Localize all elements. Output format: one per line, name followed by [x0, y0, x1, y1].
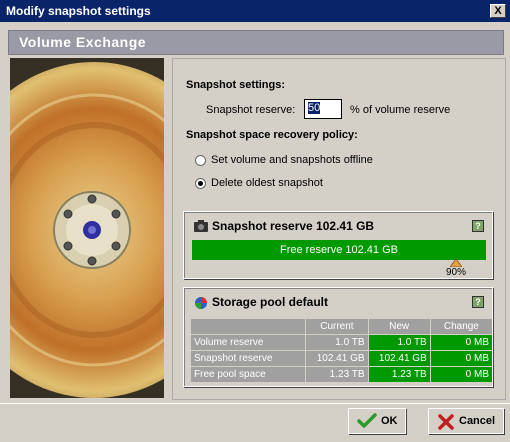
cell-new: 1.23 TB: [368, 367, 430, 382]
ok-label: OK: [381, 415, 398, 427]
table-header-change: Change: [430, 319, 492, 334]
table-header-current: Current: [306, 319, 368, 334]
storage-pool-box: Storage pool default ? Current New Chang…: [183, 287, 493, 387]
table-row: Free pool space 1.23 TB 1.23 TB 0 MB: [191, 367, 492, 382]
threshold-label: 90%: [446, 267, 467, 278]
snapshot-reserve-label: Snapshot reserve:: [206, 104, 296, 116]
cancel-label: Cancel: [459, 415, 496, 427]
disk-platter-image: [10, 58, 164, 398]
row-label: Snapshot reserve: [191, 351, 306, 366]
help-icon[interactable]: ?: [472, 220, 484, 232]
close-button[interactable]: X: [490, 4, 506, 18]
title-bar: Modify snapshot settings X: [0, 0, 510, 22]
snapshot-settings-heading: Snapshot settings:: [186, 79, 286, 91]
storage-pool-table: Current New Change Volume reserve 1.0 TB…: [190, 318, 493, 383]
checkmark-icon: [357, 413, 377, 428]
table-header-new: New: [368, 319, 430, 334]
volume-header: Volume Exchange: [8, 30, 504, 55]
offline-option-label[interactable]: Set volume and snapshots offline: [211, 154, 373, 166]
delete-oldest-option-label[interactable]: Delete oldest snapshot: [211, 177, 323, 189]
cell-current: 102.41 GB: [306, 351, 368, 366]
table-row: Snapshot reserve 102.41 GB 102.41 GB 0 M…: [191, 351, 492, 366]
snapshot-reserve-value: 50: [308, 102, 321, 114]
cell-new: 1.0 TB: [368, 335, 430, 350]
delete-oldest-radio[interactable]: [195, 178, 206, 189]
table-row: Volume reserve 1.0 TB 1.0 TB 0 MB: [191, 335, 492, 350]
cancel-x-icon: [438, 414, 454, 430]
offline-radio[interactable]: [195, 155, 206, 166]
cell-new: 102.41 GB: [368, 351, 430, 366]
snapshot-reserve-suffix: % of volume reserve: [350, 104, 451, 116]
free-reserve-bar: Free reserve 102.41 GB: [192, 240, 486, 260]
cell-current: 1.0 TB: [306, 335, 368, 350]
settings-panel: Snapshot settings: Snapshot reserve: 50 …: [172, 58, 506, 400]
cell-current: 1.23 TB: [306, 367, 368, 382]
snapshot-reserve-title: Snapshot reserve 102.41 GB: [212, 219, 375, 233]
cell-change: 0 MB: [430, 335, 492, 350]
camera-icon: [194, 220, 208, 232]
storage-pool-icon: [195, 297, 207, 309]
storage-pool-title: Storage pool default: [212, 295, 329, 309]
cell-change: 0 MB: [430, 351, 492, 366]
snapshot-reserve-input[interactable]: 50: [304, 99, 342, 119]
footer-divider: [0, 403, 510, 404]
window-title: Modify snapshot settings: [6, 4, 151, 18]
cell-change: 0 MB: [430, 367, 492, 382]
row-label: Free pool space: [191, 367, 306, 382]
recovery-policy-heading: Snapshot space recovery policy:: [186, 129, 358, 141]
volume-title: Volume Exchange: [19, 34, 147, 50]
table-header-blank: [191, 319, 306, 334]
threshold-marker-icon[interactable]: [450, 259, 462, 267]
snapshot-reserve-box: Snapshot reserve 102.41 GB ? Free reserv…: [183, 211, 493, 279]
help-icon[interactable]: ?: [472, 296, 484, 308]
cancel-button[interactable]: Cancel: [428, 408, 504, 434]
ok-button[interactable]: OK: [348, 408, 406, 434]
row-label: Volume reserve: [191, 335, 306, 350]
